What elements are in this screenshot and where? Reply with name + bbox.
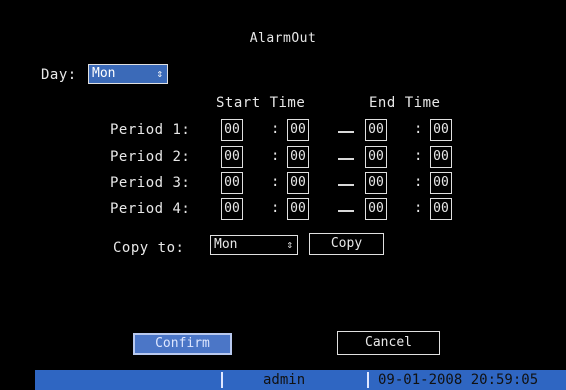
period-4-label: Period 4: [110,201,191,217]
status-separator [367,372,369,388]
period-4-end-hour-field[interactable]: 00 [365,198,387,220]
day-label: Day: [41,67,77,83]
period-4-end-minute-field[interactable]: 00 [430,198,452,220]
period-2-label: Period 2: [110,149,191,165]
period-2-start-hour-field[interactable]: 00 [221,146,243,168]
period-2-end-hour-field[interactable]: 00 [365,146,387,168]
period-2-end-minute-field[interactable]: 00 [430,146,452,168]
period-1-end-hour-field[interactable]: 00 [365,119,387,141]
dash-icon [338,184,354,186]
period-1-end-minute-field[interactable]: 00 [430,119,452,141]
period-1-start-hour-field[interactable]: 00 [221,119,243,141]
period-1-start-minute-field[interactable]: 00 [287,119,309,141]
day-select-value: Mon [92,66,116,81]
alarmout-screen: AlarmOut Day: Mon ⇕ Start Time End Time … [0,0,566,390]
cancel-button[interactable]: Cancel [337,331,440,355]
status-user: admin [263,372,306,388]
period-2-end-colon: : [414,148,423,164]
dash-icon [338,131,354,133]
period-3-start-colon: : [271,174,280,190]
copy-button[interactable]: Copy [309,233,384,255]
day-select[interactable]: Mon ⇕ [88,64,168,84]
start-time-header: Start Time [216,95,306,111]
period-3-end-colon: : [414,174,423,190]
period-3-start-hour-field[interactable]: 00 [221,172,243,194]
period-2-start-minute-field[interactable]: 00 [287,146,309,168]
copy-to-select-value: Mon [214,237,238,252]
period-2-start-colon: : [271,148,280,164]
copy-to-label: Copy to: [113,240,185,256]
period-1-label: Period 1: [110,122,191,138]
period-4-start-hour-field[interactable]: 00 [221,198,243,220]
dialog-title: AlarmOut [249,31,317,46]
period-3-start-minute-field[interactable]: 00 [287,172,309,194]
period-1-end-colon: : [414,121,423,137]
confirm-button[interactable]: Confirm [133,333,232,355]
period-1-start-colon: : [271,121,280,137]
period-3-label: Period 3: [110,175,191,191]
status-datetime: 09-01-2008 20:59:05 [378,372,539,388]
period-4-start-colon: : [271,200,280,216]
period-4-end-colon: : [414,200,423,216]
up-down-arrow-icon: ⇕ [286,238,293,251]
status-separator [221,372,223,388]
period-3-end-hour-field[interactable]: 00 [365,172,387,194]
period-4-start-minute-field[interactable]: 00 [287,198,309,220]
period-3-end-minute-field[interactable]: 00 [430,172,452,194]
dash-icon [338,158,354,160]
copy-to-select[interactable]: Mon ⇕ [210,235,298,255]
dash-icon [338,210,354,212]
end-time-header: End Time [369,95,441,111]
up-down-arrow-icon: ⇕ [156,67,163,80]
